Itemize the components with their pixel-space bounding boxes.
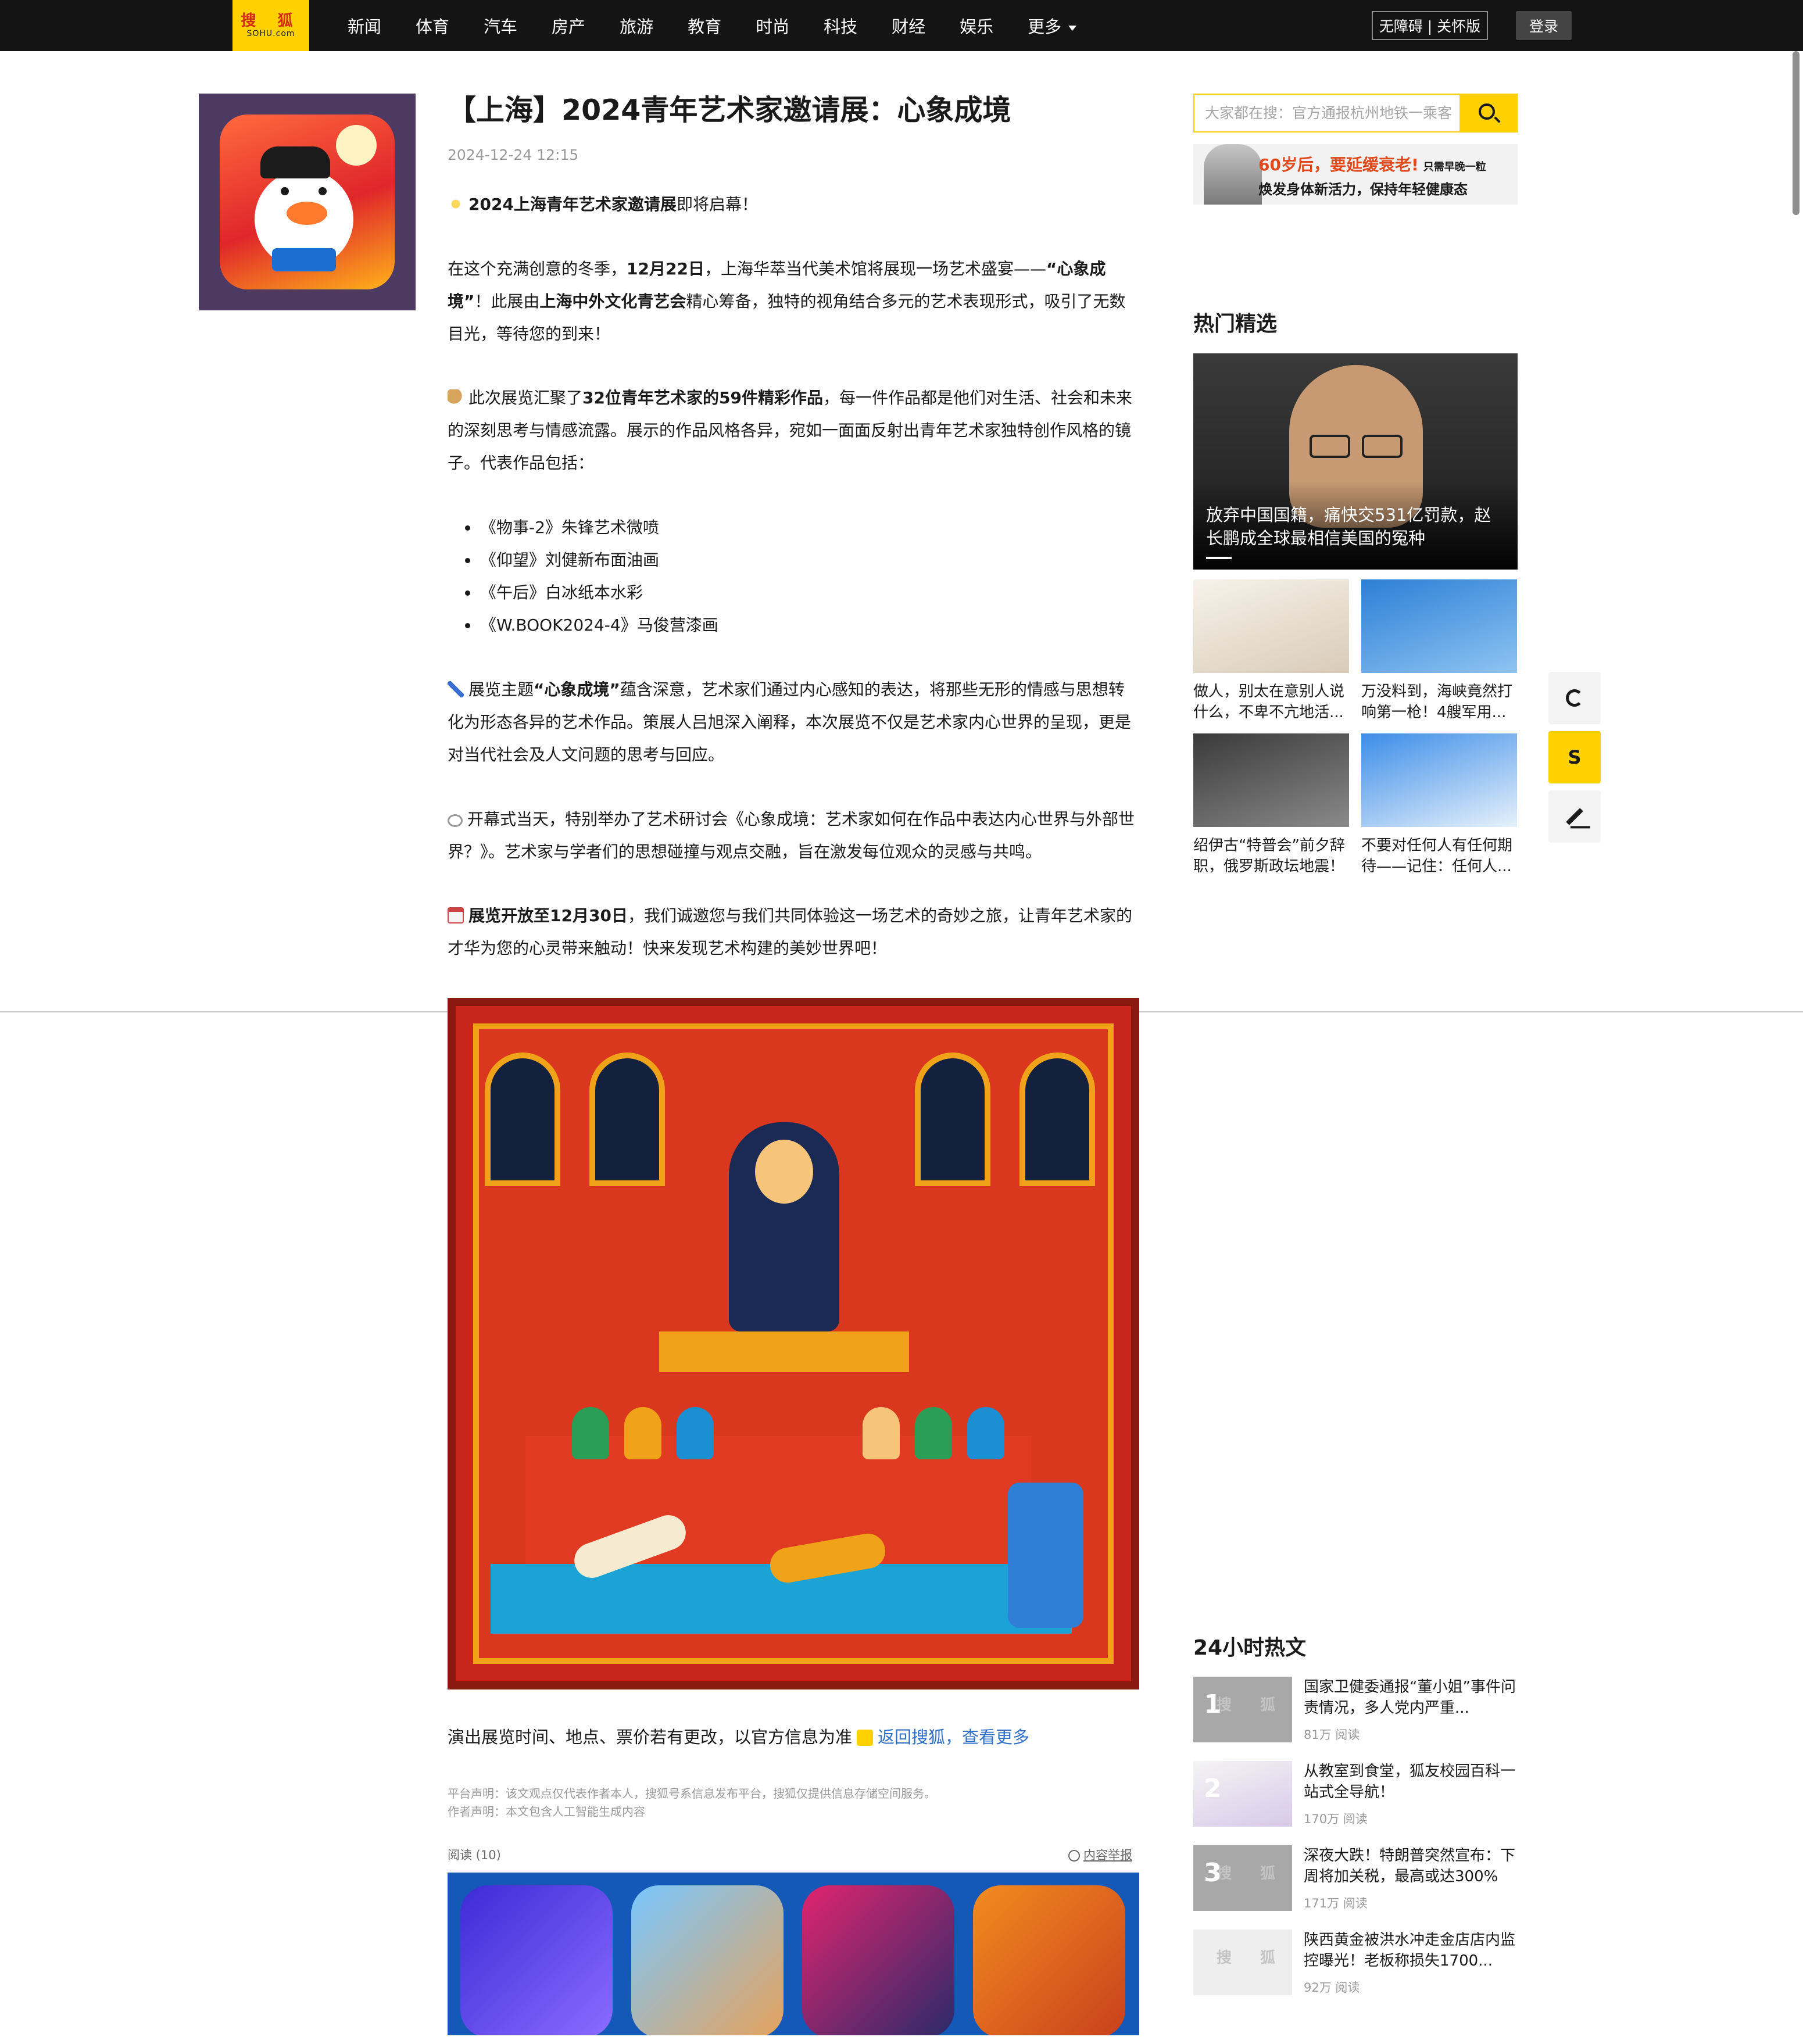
sohu-logo[interactable]: 搜 狐 SOHU.com: [232, 0, 309, 51]
report-link[interactable]: 内容举报: [1068, 1846, 1132, 1863]
works-list: 《物事-2》朱锋艺术微喷 《仰望》刘健新布面油画 《午后》白冰纸本水彩 《W.B…: [465, 511, 1104, 642]
ad-game-tile[interactable]: [802, 1885, 954, 2035]
read-count: 阅读 (10): [448, 1848, 501, 1862]
article-title: 【上海】2024青年艺术家邀请展：心象成境: [448, 94, 1011, 127]
author-declaration: 作者声明：本文包含人工智能生成内容: [448, 1805, 645, 1819]
avatar-illustration: [220, 114, 395, 289]
nav-item-fashion[interactable]: 时尚: [756, 13, 789, 38]
article-paragraph-3: 此次展览汇聚了32位青年艺术家的59件精彩作品，每一件作品都是他们对生活、社会和…: [448, 388, 1132, 472]
article-paragraph-4: 展览主题“心象成境”蕴含深意，艺术家们通过内心感知的表达，将那些无形的情感与思想…: [448, 680, 1132, 764]
hot-24h-title: 24小时热文: [1193, 1636, 1307, 1660]
notice-line: 演出展览时间、地点、票价若有更改，以官方信息为准 返回搜狐，查看更多: [448, 1727, 1030, 1747]
health-ad-banner[interactable]: 60岁后，要延缓衰老! 只需早晚一粒 焕发身体新活力，保持年轻健康态: [1193, 144, 1518, 205]
nav-item-news[interactable]: 新闻: [348, 13, 381, 38]
refresh-icon: [1566, 689, 1583, 707]
nav-item-finance[interactable]: 财经: [892, 13, 925, 38]
article-paragraph-1: 2024上海青年艺术家邀请展即将启幕！: [448, 188, 1139, 221]
info-icon: [1068, 1850, 1080, 1862]
see-more-link[interactable]: 查看更多: [962, 1727, 1029, 1747]
sohu-home-button[interactable]: S: [1548, 731, 1601, 783]
nav-item-entertainment[interactable]: 娱乐: [960, 13, 993, 38]
list-item: 《物事-2》朱锋艺术微喷: [465, 511, 1104, 544]
platform-declaration: 平台声明：该文观点仅代表作者本人，搜狐号系信息发布平台，搜狐仅提供信息存储空间服…: [448, 1787, 936, 1800]
nav-item-education[interactable]: 教育: [688, 13, 721, 38]
news-thumbnail: [1361, 579, 1517, 673]
hot-card[interactable]: 绍伊古“特普会”前夕辞职，俄罗斯政坛地震！: [1193, 733, 1349, 877]
refresh-button[interactable]: [1548, 672, 1601, 724]
hot-card[interactable]: 做人，别太在意别人说什么，不卑不亢地活...: [1193, 579, 1349, 723]
sparkles-icon: [448, 196, 464, 212]
ad-game-tile[interactable]: [631, 1885, 784, 2035]
calendar-icon: [448, 907, 464, 923]
list-item: 《午后》白冰纸本水彩: [465, 577, 1104, 609]
list-item: 《W.BOOK2024-4》马俊营漆画: [465, 609, 1104, 642]
carousel-indicator: [1206, 557, 1232, 559]
article-illustration: [448, 998, 1139, 1689]
rank-number: 3: [1204, 1858, 1222, 1888]
list-item[interactable]: 搜 狐 陕西黄金被洪水冲走金店店内监控曝光！老板称损失1700... 92万 阅…: [1193, 1930, 1519, 2005]
write-button[interactable]: [1548, 790, 1601, 843]
logo-domain: SOHU.com: [246, 29, 295, 38]
top-navbar: 搜 狐 SOHU.com 新闻 体育 汽车 房产 旅游 教育 时尚 科技 财经 …: [0, 0, 1803, 51]
nav-item-house[interactable]: 房产: [552, 13, 585, 38]
nav-item-tech[interactable]: 科技: [824, 13, 857, 38]
sohu-icon: S: [1568, 746, 1582, 768]
game-ad-banner[interactable]: [448, 1873, 1139, 2035]
pen-icon: [1566, 808, 1583, 825]
hot-picks-title: 热门精选: [1193, 312, 1278, 336]
rank-number: 2: [1204, 1774, 1222, 1803]
scrollbar-thumb[interactable]: [1793, 51, 1800, 215]
hot-main-card[interactable]: 放弃中国国籍，痛快交531亿罚款，赵长鹏成全球最相信美国的冤种: [1193, 353, 1518, 570]
article-paragraph-6: 展览开放至12月30日，我们诚邀您与我们共同体验这一场艺术的奇妙之旅，让青年艺术…: [448, 906, 1132, 958]
news-thumbnail: 搜 狐 3: [1193, 1845, 1292, 1911]
list-item[interactable]: 搜 狐 3 深夜大跌！特朗普突然宣布：下周将加关税，最高或达300% 171万 …: [1193, 1845, 1519, 1921]
search-icon: [1479, 103, 1495, 120]
hot-main-caption: 放弃中国国籍，痛快交531亿罚款，赵长鹏成全球最相信美国的冤种: [1206, 505, 1491, 548]
ad-game-tile[interactable]: [973, 1885, 1125, 2035]
article-date: 2024-12-24 12:15: [448, 146, 579, 163]
list-item: 《仰望》刘健新布面油画: [465, 544, 1104, 577]
nav-item-travel[interactable]: 旅游: [620, 13, 653, 38]
news-thumbnail: 2: [1193, 1761, 1292, 1827]
speech-bubble-icon: [448, 814, 463, 827]
hot-card[interactable]: 不要对任何人有任何期待——记住：任何人...: [1361, 733, 1517, 877]
article-paragraph-5: 开幕式当天，特别举办了艺术研讨会《心象成境：艺术家如何在作品中表达内心世界与外部…: [448, 810, 1135, 861]
list-item[interactable]: 搜 狐 1 国家卫健委通报“董小姐”事件问责情况，多人党内严重... 81万 阅…: [1193, 1677, 1519, 1752]
nav-item-auto[interactable]: 汽车: [484, 13, 517, 38]
search-box: [1193, 94, 1518, 133]
ad-game-tile[interactable]: [460, 1885, 613, 2035]
news-thumbnail: [1361, 733, 1517, 827]
search-button[interactable]: [1459, 95, 1516, 131]
search-input[interactable]: [1194, 95, 1462, 131]
news-thumbnail: [1193, 579, 1349, 673]
login-button[interactable]: 登录: [1516, 11, 1572, 40]
rank-number: 1: [1204, 1689, 1222, 1719]
author-avatar[interactable]: [199, 94, 416, 310]
palette-icon: [448, 389, 464, 406]
article-paragraph-2: 在这个充满创意的冬季，12月22日，上海华萃当代美术馆将展现一场艺术盛宴——“心…: [448, 259, 1126, 343]
hot-card[interactable]: 万没料到，海峡竟然打响第一枪！4艘军用...: [1361, 579, 1517, 723]
nav-more-dropdown[interactable]: 更多: [1028, 13, 1076, 38]
nav-item-sports[interactable]: 体育: [416, 13, 449, 38]
ad-person-image: [1204, 144, 1262, 205]
news-thumbnail: 搜 狐: [1193, 1930, 1292, 1995]
news-thumbnail: [1193, 733, 1349, 827]
list-item[interactable]: 2 从教室到食堂，狐友校园百科一站式全导航！ 170万 阅读: [1193, 1761, 1519, 1837]
main-nav: 新闻 体育 汽车 房产 旅游 教育 时尚 科技 财经 娱乐 更多: [348, 0, 1111, 51]
paintbrush-icon: [448, 681, 464, 697]
sohu-icon: [857, 1730, 874, 1746]
back-to-sohu-link[interactable]: 返回搜狐，: [878, 1727, 962, 1747]
accessibility-button[interactable]: 无障碍 | 关怀版: [1372, 11, 1488, 40]
logo-text: 搜 狐: [241, 12, 301, 30]
news-thumbnail: 搜 狐 1: [1193, 1677, 1292, 1742]
